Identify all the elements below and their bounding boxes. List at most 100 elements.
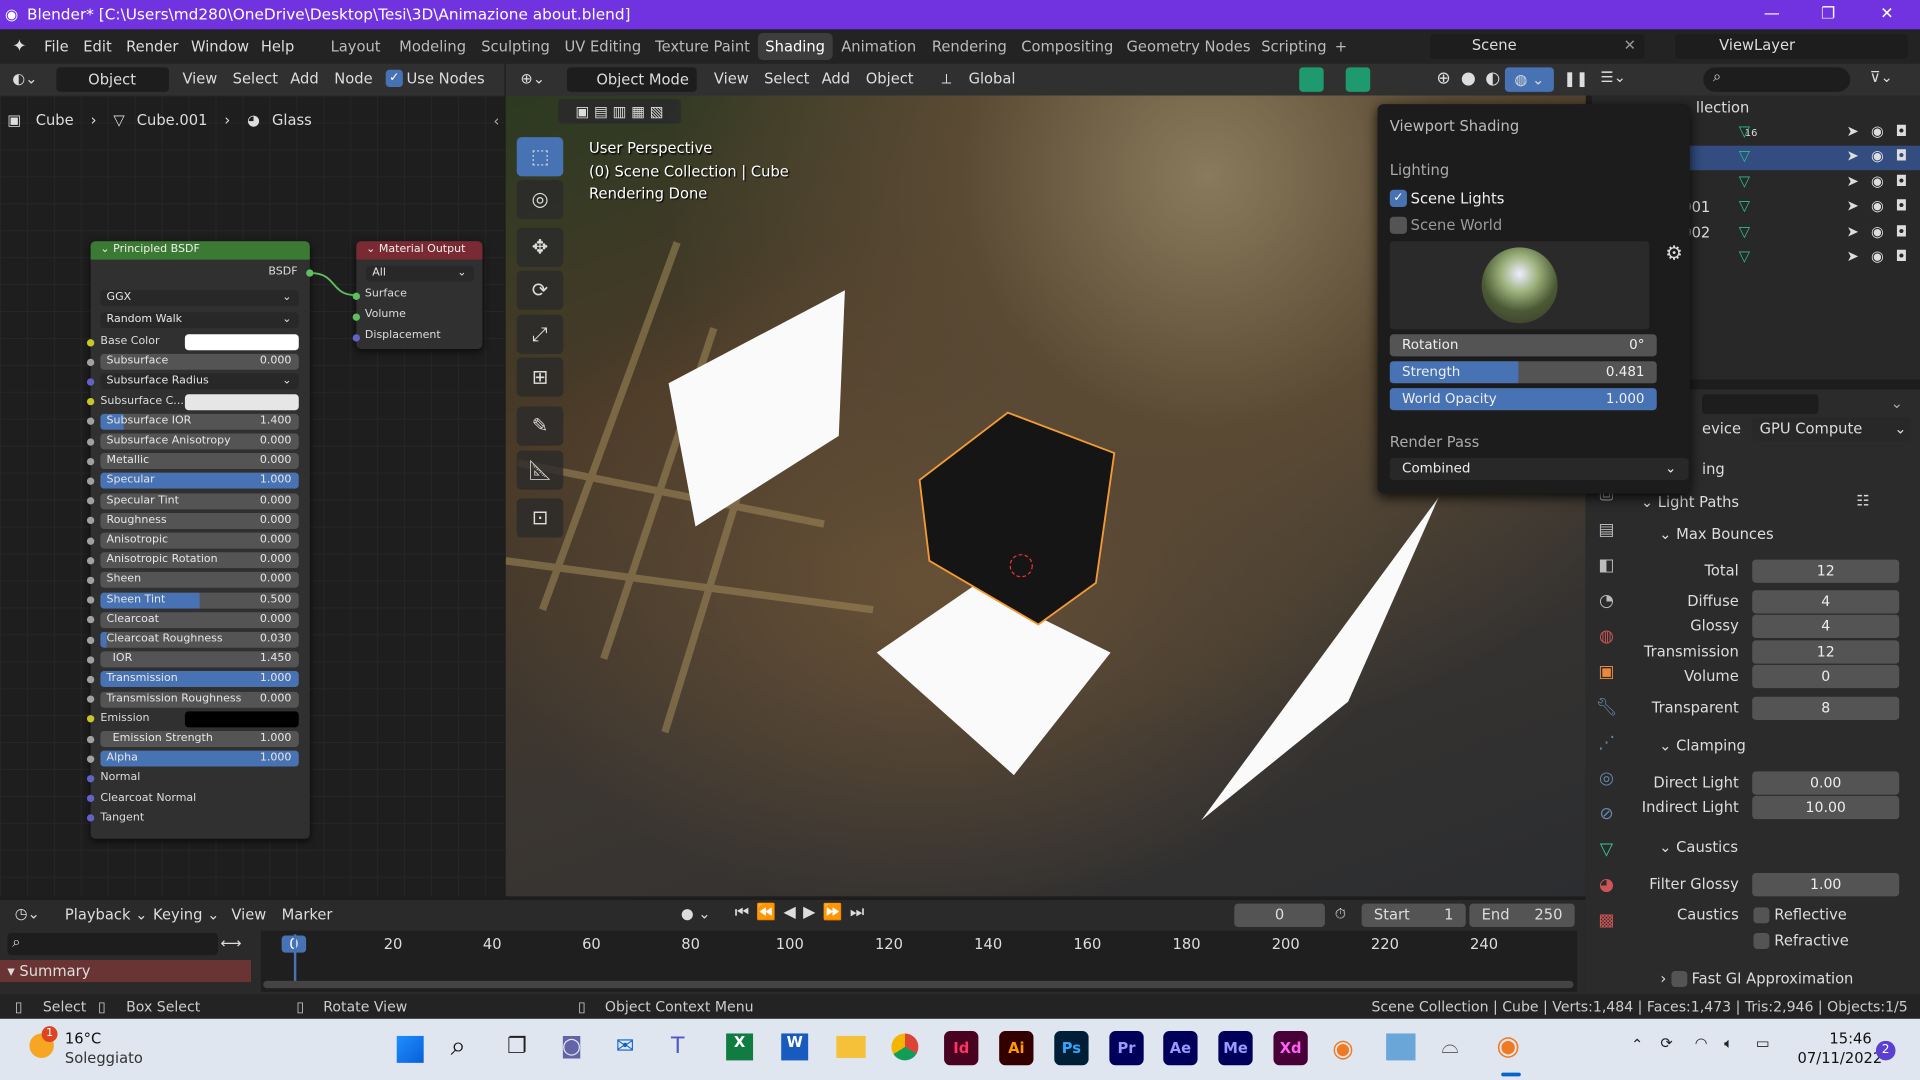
app-icon[interactable]: ⌓: [1441, 1033, 1458, 1059]
sync-icon[interactable]: ⟳: [1660, 1035, 1672, 1052]
texture-tab-icon[interactable]: ▩: [1588, 904, 1625, 940]
input-socket[interactable]: [86, 655, 95, 664]
outliner-search[interactable]: ⌕: [1703, 67, 1851, 92]
input-slider[interactable]: Specular Tint 0.000: [100, 492, 299, 509]
adobe-app-icon[interactable]: Ae: [1163, 1031, 1198, 1066]
workspace-tab[interactable]: Modeling: [392, 33, 474, 60]
adobe-app-icon[interactable]: Id: [944, 1031, 979, 1066]
outliner-row[interactable]: e▽➤◉◘: [1678, 171, 1920, 195]
properties-search[interactable]: [1702, 394, 1819, 414]
material-output-node[interactable]: ⌄ Material Output All ⌄ Surface Volume Di…: [352, 241, 483, 349]
eye-icon[interactable]: ◉: [1871, 147, 1884, 164]
output-tab-icon[interactable]: ▤: [1588, 513, 1625, 549]
input-socket[interactable]: [86, 358, 95, 366]
workspace-tab[interactable]: Animation: [834, 33, 924, 60]
workspace-tab[interactable]: Sculpting: [474, 33, 557, 60]
maximize-button[interactable]: ❐: [1800, 0, 1856, 29]
measure-icon[interactable]: 📐︎: [516, 450, 564, 490]
move-icon[interactable]: ✥: [516, 227, 564, 267]
menu-help[interactable]: Help: [261, 29, 295, 63]
overlay-toggle-icon[interactable]: [1345, 67, 1371, 92]
editor-type-icon[interactable]: ◷⌄: [15, 905, 40, 922]
input-slider[interactable]: Subsurface Anisotropy 0.000: [100, 433, 299, 450]
input-slider[interactable]: Subsurface IOR 1.400: [100, 413, 299, 430]
workspace-tab[interactable]: Texture Paint: [648, 33, 758, 60]
input-slider[interactable]: Metallic 0.000: [100, 453, 299, 470]
playback-menu[interactable]: Playback ⌄: [65, 906, 148, 923]
input-slider[interactable]: IOR 1.450: [100, 651, 299, 668]
workspace-tab[interactable]: +: [1327, 33, 1354, 60]
adobe-app-icon[interactable]: Ai: [999, 1031, 1034, 1066]
input-socket[interactable]: [86, 616, 95, 624]
selectable-icon[interactable]: ➤: [1847, 197, 1859, 214]
rotation-field[interactable]: Rotation 0°: [1389, 334, 1657, 357]
playback-controls[interactable]: ⏮⏪◀▶⏩⏭: [735, 904, 872, 922]
surface-socket[interactable]: [352, 292, 361, 301]
hdri-settings-gear-icon[interactable]: ⚙: [1665, 241, 1683, 264]
blender-menu-icon[interactable]: ✦: [12, 29, 26, 63]
clock-date[interactable]: 07/11/2022: [1798, 1049, 1883, 1066]
max-bounces-subpanel[interactable]: ⌄ Max Bounces: [1659, 525, 1774, 542]
use-nodes-checkbox[interactable]: ✓: [385, 69, 403, 87]
outliner-row[interactable]: 16 ▽ ➤ ◉ ◘: [1678, 121, 1920, 145]
world-tab-icon[interactable]: ◍: [1588, 620, 1625, 656]
node-menu-add[interactable]: Add: [290, 70, 318, 87]
scale-icon[interactable]: ⤢: [516, 314, 564, 354]
wifi-icon[interactable]: ◠: [1695, 1035, 1708, 1052]
eye-icon[interactable]: ◉: [1871, 122, 1884, 139]
input-socket[interactable]: [86, 636, 95, 644]
clamp-field[interactable]: 10.00: [1752, 795, 1900, 820]
color-swatch[interactable]: [184, 334, 299, 351]
viewport-menu-select[interactable]: Select: [764, 70, 809, 87]
end-frame-field[interactable]: End 250: [1469, 903, 1575, 927]
select-box-icon[interactable]: ⬚: [516, 137, 564, 177]
input-socket[interactable]: [86, 437, 95, 446]
displacement-socket[interactable]: [352, 334, 361, 342]
input-socket[interactable]: [86, 536, 95, 545]
output-target-dropdown[interactable]: All ⌄: [366, 265, 474, 282]
selection-mode-buttons[interactable]: ▣ ▤ ▥ ▦ ▧: [558, 99, 681, 124]
selectable-icon[interactable]: ➤: [1847, 122, 1859, 139]
workspace-tab[interactable]: Rendering: [924, 33, 1014, 60]
playhead[interactable]: [293, 934, 297, 984]
light-paths-panel-header[interactable]: ⌄ Light Paths: [1641, 493, 1739, 510]
summary-channel[interactable]: ▾ Summary: [0, 960, 252, 983]
particles-tab-icon[interactable]: ⋰: [1588, 726, 1625, 762]
viewport-menu-view[interactable]: View: [714, 70, 749, 87]
notification-badge[interactable]: 2: [1875, 1040, 1896, 1061]
input-socket[interactable]: [86, 675, 95, 684]
bounce-field[interactable]: 0: [1752, 664, 1900, 689]
input-socket[interactable]: [86, 576, 95, 584]
blender-active-icon[interactable]: ◉: [1496, 1031, 1520, 1062]
node-menu-view[interactable]: View: [182, 70, 217, 87]
menu-render[interactable]: Render: [126, 29, 178, 63]
input-socket[interactable]: [86, 794, 95, 803]
input-slider[interactable]: Clearcoat 0.000: [100, 611, 299, 628]
caustics-subpanel[interactable]: ⌄ Caustics: [1659, 839, 1738, 856]
color-swatch[interactable]: [184, 393, 299, 410]
eye-icon[interactable]: ◉: [1871, 247, 1884, 264]
input-slider[interactable]: Subsurface 0.000: [100, 354, 299, 371]
menu-edit[interactable]: Edit: [83, 29, 111, 63]
adobe-app-icon[interactable]: Ps: [1054, 1031, 1089, 1066]
input-socket[interactable]: [86, 457, 95, 465]
bounce-field[interactable]: 12: [1752, 559, 1900, 583]
device-dropdown[interactable]: GPU Compute ⌄: [1752, 417, 1912, 441]
solid-shading-icon[interactable]: ●: [1461, 69, 1476, 89]
input-dropdown[interactable]: Subsurface Radius ⌄: [100, 373, 299, 390]
scene-close-icon[interactable]: ✕: [1624, 37, 1636, 54]
workspace-tab[interactable]: Scripting: [1254, 33, 1334, 60]
gizmo-toggle-icon[interactable]: [1299, 67, 1324, 92]
minimize-button[interactable]: —: [1744, 0, 1800, 29]
window-app-icon[interactable]: [1386, 1033, 1416, 1061]
input-socket[interactable]: [86, 338, 95, 346]
camera-icon[interactable]: ◘: [1896, 197, 1908, 214]
color-swatch[interactable]: [184, 711, 299, 728]
viewport-menu-add[interactable]: Add: [822, 70, 850, 87]
properties-options-icon[interactable]: ⌄: [1891, 394, 1903, 411]
bounce-field[interactable]: 12: [1752, 640, 1900, 664]
material-tab-icon[interactable]: ◕: [1588, 868, 1625, 904]
transform-icon[interactable]: ⊞: [516, 357, 564, 397]
clock-time[interactable]: 15:46: [1829, 1030, 1871, 1047]
view-layer-tab-icon[interactable]: ◧: [1588, 549, 1625, 585]
